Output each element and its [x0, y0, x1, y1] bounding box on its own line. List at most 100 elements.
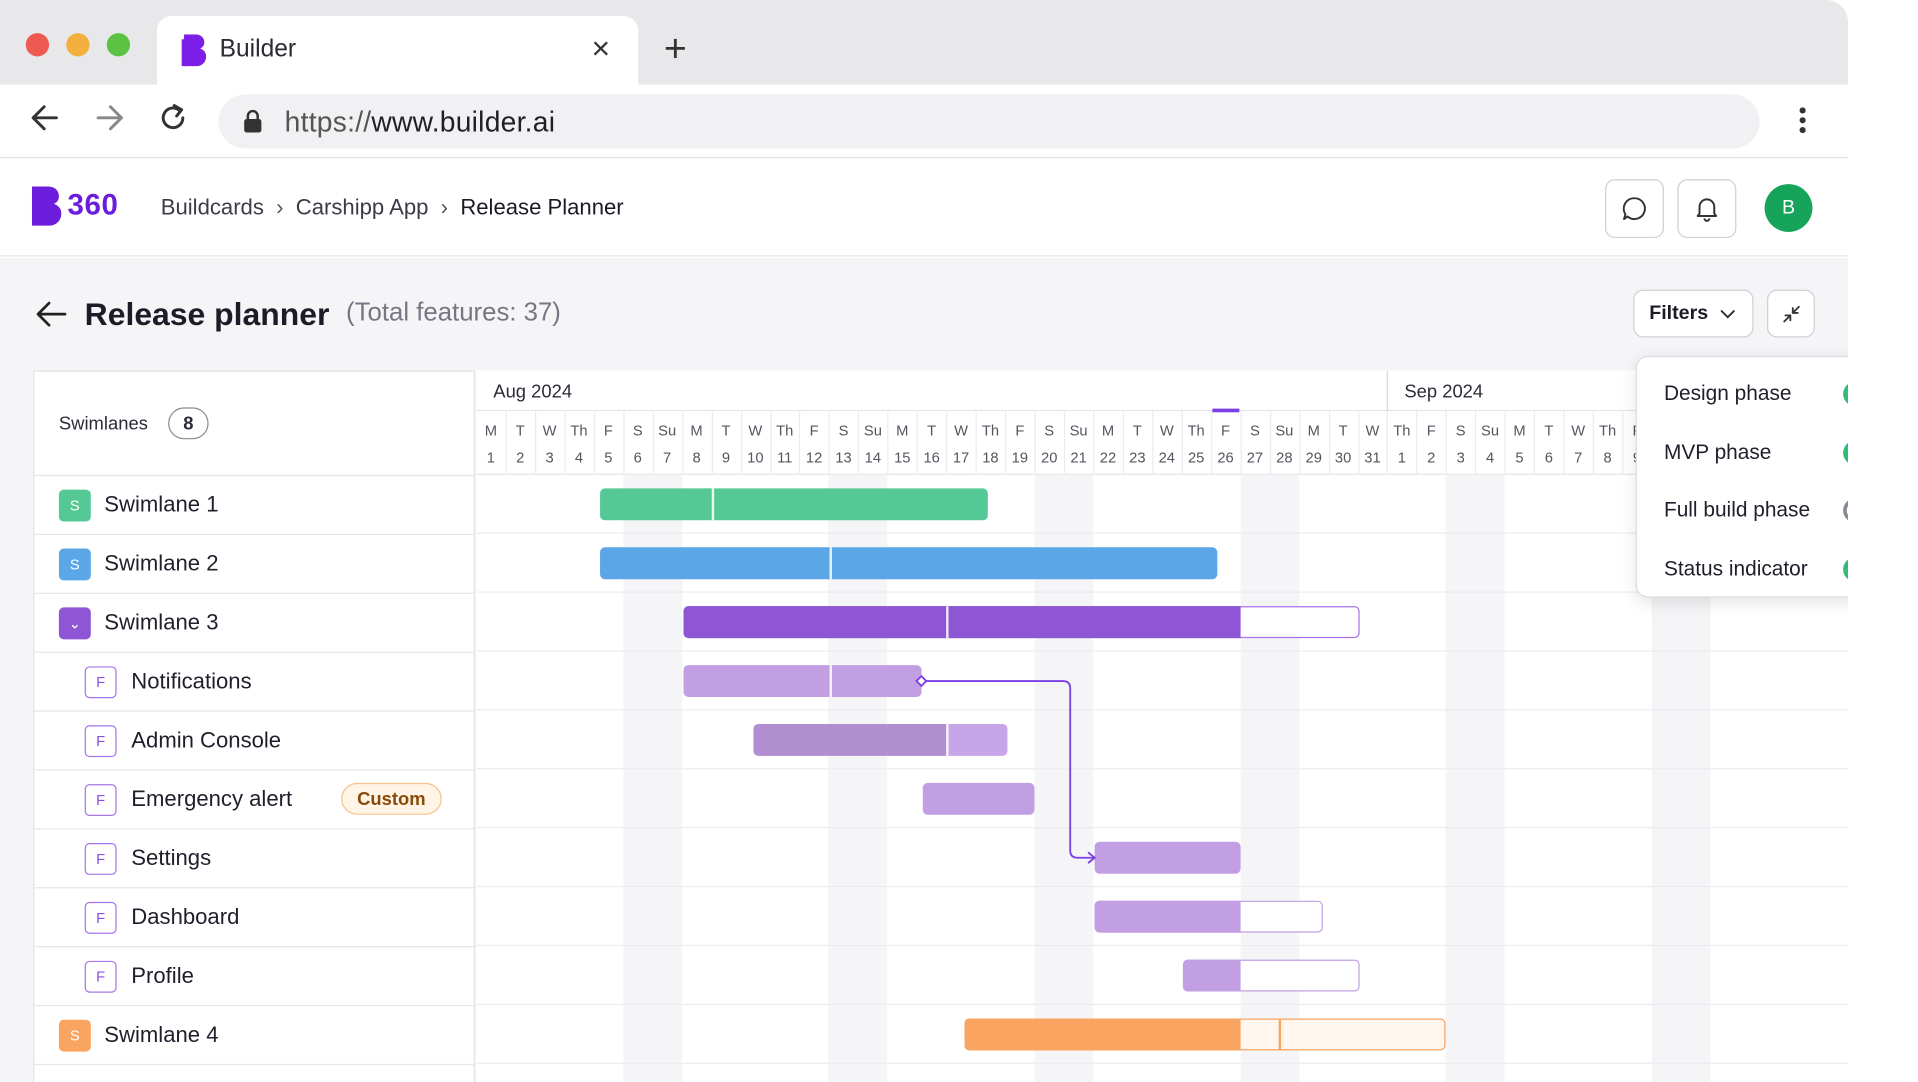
gantt-bar[interactable]: [599, 488, 988, 521]
browser-tab[interactable]: Builder ×: [157, 15, 639, 85]
day-divider: [652, 411, 654, 475]
notifications-button[interactable]: [1677, 179, 1737, 239]
avatar[interactable]: B: [1764, 184, 1813, 232]
gantt-bar[interactable]: [1094, 841, 1241, 874]
day-divider: [887, 411, 889, 475]
weekday-label: M: [484, 422, 497, 440]
swimlane-badge: S: [58, 489, 91, 522]
url-bar[interactable]: https://www.builder.ai: [218, 94, 1760, 149]
swimlanes-header: Swimlanes 8: [34, 372, 474, 477]
breadcrumb-carshipp-app[interactable]: Carshipp App: [296, 195, 429, 221]
day-divider: [1181, 411, 1183, 475]
weekday-label: T: [1132, 422, 1142, 440]
gantt-row: [476, 769, 1849, 829]
gantt-bar[interactable]: [1094, 900, 1241, 933]
gantt-bar-divider: [946, 606, 950, 639]
day-divider: [1387, 411, 1389, 475]
day-number: 3: [545, 449, 554, 467]
day-number: 22: [1099, 449, 1117, 467]
breadcrumb-buildcards[interactable]: Buildcards: [161, 195, 264, 221]
brand-logo-icon[interactable]: [31, 186, 62, 232]
gantt-bar[interactable]: [922, 782, 1035, 815]
weekday-label: W: [1159, 422, 1174, 440]
gantt-bar[interactable]: [683, 606, 1241, 639]
filter-option-row: Design phase: [1637, 362, 1849, 421]
back-arrow-icon[interactable]: [36, 299, 68, 335]
filter-toggle[interactable]: [1843, 556, 1849, 582]
filter-option-row: MVP phase: [1637, 420, 1849, 479]
swimlane-row[interactable]: S Swimlane 1: [34, 476, 474, 536]
swimlane-label: Swimlane 4: [104, 1022, 219, 1047]
gantt-bar[interactable]: [1182, 959, 1241, 992]
gantt-bar[interactable]: [683, 665, 922, 697]
day-divider: [593, 411, 595, 475]
day-divider: [1299, 411, 1301, 475]
browser-address-bar: https://www.builder.ai: [0, 84, 1849, 159]
day-divider: [1622, 411, 1624, 475]
weekday-label: Su: [1481, 422, 1500, 440]
collapse-button[interactable]: [1767, 289, 1815, 338]
reload-icon[interactable]: [157, 102, 189, 140]
filter-toggle[interactable]: [1843, 381, 1849, 407]
filters-label: Filters: [1649, 302, 1709, 324]
day-number: 28: [1276, 449, 1293, 467]
swimlane-label: Emergency alert: [131, 786, 293, 812]
filter-toggle[interactable]: [1843, 440, 1849, 465]
page-title: Release planner: [84, 295, 330, 333]
weekday-label: S: [838, 422, 849, 440]
weekday-label: Su: [658, 422, 677, 440]
maximize-window-dot[interactable]: [106, 33, 131, 57]
filter-option-label: Status indicator: [1663, 556, 1808, 581]
gantt-bar-divider: [829, 547, 832, 580]
today-marker: [1212, 408, 1239, 413]
expand-chevron-icon[interactable]: ⌄: [58, 607, 91, 640]
gantt-bar[interactable]: [599, 547, 1217, 580]
minimize-window-dot[interactable]: [66, 33, 90, 57]
feature-row[interactable]: F Emergency alert Custom: [34, 771, 474, 830]
swimlane-row[interactable]: S Swimlane 2: [34, 535, 474, 594]
filter-toggle[interactable]: [1843, 498, 1849, 523]
forward-icon[interactable]: [93, 102, 125, 140]
day-divider: [858, 411, 860, 475]
weekday-label: Su: [863, 422, 882, 440]
weekday-label: T: [1544, 422, 1554, 440]
filter-option-label: Full build phase: [1663, 498, 1811, 522]
feature-row[interactable]: F Dashboard: [34, 888, 474, 948]
filters-button[interactable]: Filters: [1633, 289, 1754, 338]
weekday-label: W: [748, 422, 763, 440]
swimlane-row[interactable]: S Swimlane 4: [34, 1006, 474, 1066]
swimlane-row[interactable]: ⌄ Swimlane 3: [34, 594, 474, 653]
feature-row[interactable]: F Notifications: [34, 653, 474, 712]
month-label: Sep 2024: [1404, 381, 1484, 403]
weekday-label: M: [690, 422, 703, 440]
browser-menu-icon[interactable]: [1794, 104, 1811, 144]
month-label: Aug 2024: [493, 381, 573, 403]
day-divider: [740, 411, 742, 475]
weekday-label: F: [1015, 422, 1025, 440]
day-divider: [828, 411, 830, 475]
gantt-bar[interactable]: [963, 1018, 1241, 1051]
chat-button[interactable]: [1605, 179, 1664, 239]
tab-close-icon[interactable]: ×: [591, 32, 610, 64]
day-number: 4: [1485, 449, 1495, 467]
feature-row[interactable]: F Profile: [34, 947, 474, 1007]
gantt-bar-divider: [946, 723, 950, 756]
weekday-label: T: [515, 422, 525, 440]
feature-row[interactable]: F Admin Console: [34, 712, 474, 771]
day-divider: [1210, 411, 1213, 475]
weekday-label: F: [1426, 422, 1436, 440]
close-window-dot[interactable]: [25, 33, 50, 57]
day-divider: [681, 411, 684, 475]
weekday-label: W: [1571, 422, 1586, 440]
total-features-count: (Total features: 37): [346, 298, 561, 327]
new-tab-icon[interactable]: +: [664, 28, 687, 67]
weekday-label: Th: [1187, 422, 1205, 440]
day-divider: [770, 411, 772, 475]
day-divider: [799, 411, 801, 475]
day-number: 25: [1187, 449, 1205, 467]
day-number: 27: [1246, 449, 1264, 467]
gantt-bar[interactable]: [753, 723, 1009, 756]
feature-row[interactable]: F Settings: [34, 830, 474, 889]
back-icon[interactable]: [29, 102, 61, 140]
day-number: 5: [604, 449, 613, 467]
